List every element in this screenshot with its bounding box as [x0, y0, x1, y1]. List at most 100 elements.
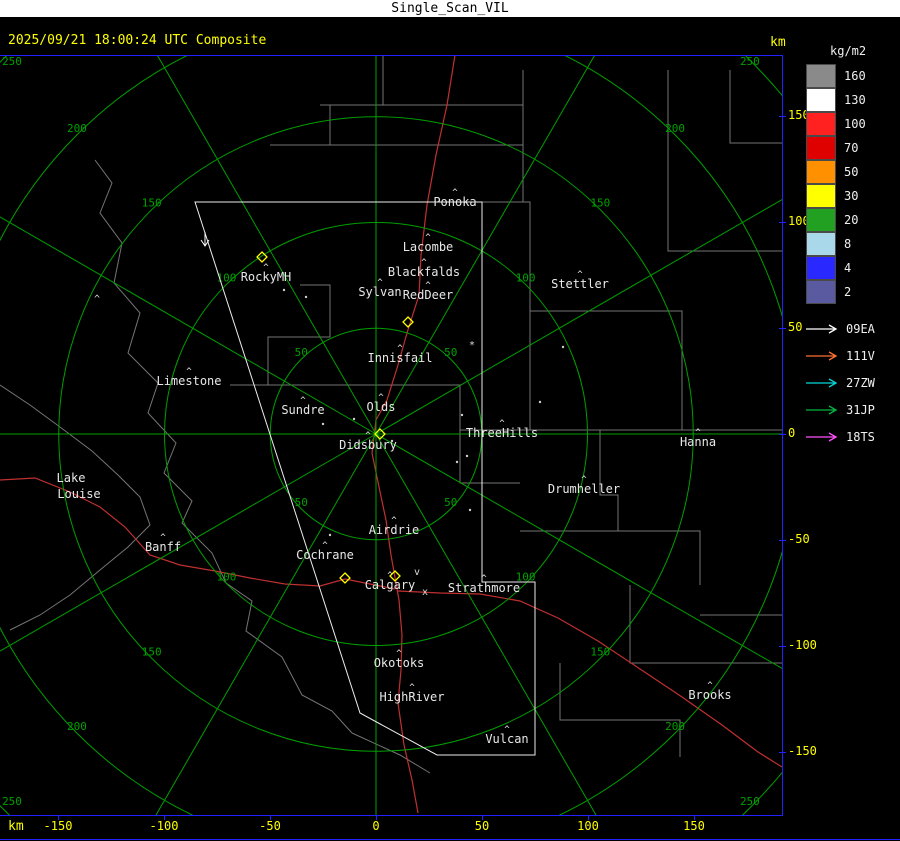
- echo-dot: [328, 533, 332, 537]
- echo-dot: [304, 295, 308, 299]
- city-label-brooks: Brooks: [688, 688, 731, 702]
- radial-line: [155, 433, 377, 815]
- city-label-highriver: HighRiver: [379, 690, 444, 704]
- legend-swatch-2: [806, 280, 836, 304]
- map-glyph: ^: [94, 294, 100, 305]
- range-ring-label: 150: [590, 197, 610, 210]
- echo-dot: [468, 508, 472, 512]
- city-label-reddeer: RedDeer: [403, 288, 454, 302]
- right-axis-tick-label: -150: [788, 744, 817, 758]
- range-ring-label: 200: [67, 122, 87, 135]
- range-ring-label: 250: [740, 55, 760, 68]
- county-boundary: [530, 310, 683, 430]
- county-boundary: [482, 201, 531, 430]
- city-label-lacombe: Lacombe: [403, 240, 454, 254]
- right-axis-tick: [779, 116, 786, 117]
- radar-id-18TS: 18TS: [846, 430, 875, 444]
- screen-border-bottom: [0, 839, 900, 840]
- city-label-lake: Lake: [57, 471, 86, 485]
- legend-swatch-20: [806, 208, 836, 232]
- legend-swatch-8: [806, 232, 836, 256]
- range-ring-label: 100: [217, 571, 237, 584]
- city-label-olds: Olds: [367, 400, 396, 414]
- legend-value-20: 20: [844, 213, 859, 227]
- radar-id-27ZW: 27ZW: [846, 376, 875, 390]
- radar-id-31JP: 31JP: [846, 403, 875, 417]
- right-axis-tick-label: -50: [788, 532, 810, 546]
- bottom-axis-unit: km: [8, 819, 24, 834]
- range-ring-label: 200: [665, 720, 685, 733]
- city-label-okotoks: Okotoks: [374, 656, 425, 670]
- radar-arrow-icon: [806, 378, 838, 388]
- city-label-calgary: Calgary: [365, 578, 416, 592]
- county-boundary: [559, 663, 681, 757]
- right-axis-tick-label: 0: [788, 426, 796, 440]
- bottom-axis-tick-label: 0: [372, 819, 380, 833]
- county-boundary: [729, 70, 782, 144]
- county-boundary: [94, 159, 353, 734]
- radial-line: [375, 433, 783, 670]
- radial-line: [156, 55, 377, 435]
- right-axis-tick-label: -100: [788, 638, 817, 652]
- legend-swatch-50: [806, 160, 836, 184]
- legend-value-2: 2: [844, 285, 852, 299]
- city-label-rockymh: RockyMH: [241, 270, 292, 284]
- legend-swatch-160: [806, 64, 836, 88]
- city-label-didsbury: Didsbury: [339, 438, 397, 452]
- map-border-bottom: [0, 815, 783, 816]
- radar-map: 5050505010010010010015015015015020020020…: [0, 55, 783, 815]
- city-label-airdrie: Airdrie: [369, 523, 420, 537]
- range-ring-label: 50: [295, 346, 308, 359]
- range-ring-label: 250: [740, 795, 760, 808]
- right-axis-tick: [779, 328, 786, 329]
- radar-site-diamond: [339, 572, 351, 584]
- city-label-ponoka: Ponoka: [433, 195, 476, 209]
- echo-dot: [282, 288, 286, 292]
- legend-value-50: 50: [844, 165, 859, 179]
- legend-panel: kg/m2 160 130 100 70 50 30 20 8 4 2 09EA 111V 27ZW 3…: [800, 36, 900, 476]
- range-ring-label: 250: [2, 55, 22, 68]
- right-axis-tick: [779, 540, 786, 541]
- city-label-stettler: Stettler: [551, 277, 609, 291]
- radar-arrow-icon: [806, 432, 838, 442]
- range-ring-label: 50: [444, 496, 457, 509]
- right-axis-tick: [779, 646, 786, 647]
- radar-id-111V: 111V: [846, 349, 875, 363]
- echo-dot: [321, 422, 325, 426]
- legend-value-160: 160: [844, 69, 866, 83]
- radial-line: [0, 216, 377, 435]
- window-title-bar[interactable]: Single_Scan_VIL: [0, 0, 900, 17]
- city-label-banff: Banff: [145, 540, 181, 554]
- radar-arrow-icon: [806, 351, 838, 361]
- legend-value-8: 8: [844, 237, 852, 251]
- map-glyph: x: [422, 587, 428, 598]
- legend-value-30: 30: [844, 189, 859, 203]
- bottom-axis-tick-label: 100: [577, 819, 599, 833]
- city-label-limestone: Limestone: [156, 374, 221, 388]
- radar-arrow-icon: [806, 324, 838, 334]
- city-label-threehills: ThreeHills: [466, 426, 538, 440]
- range-ring-label: 50: [444, 346, 457, 359]
- storm-vector-arrow: [200, 232, 210, 247]
- range-ring-label: 50: [295, 496, 308, 509]
- radar-arrow-icon: [806, 405, 838, 415]
- right-axis-unit: km: [770, 35, 786, 50]
- range-ring-label: 200: [665, 122, 685, 135]
- range-ring-label: 150: [142, 645, 162, 658]
- legend-swatch-30: [806, 184, 836, 208]
- city-label-blackfalds: Blackfalds: [388, 265, 460, 279]
- echo-dot: [460, 413, 464, 417]
- echo-dot: [561, 345, 565, 349]
- map-glyph: *: [469, 340, 475, 351]
- right-axis-tick: [779, 752, 786, 753]
- legend-swatch-100: [806, 112, 836, 136]
- scan-timestamp: 2025/09/21 18:00:24 UTC Composite: [8, 33, 267, 48]
- echo-dot: [465, 454, 469, 458]
- legend-swatch-70: [806, 136, 836, 160]
- window-title: Single_Scan_VIL: [391, 1, 509, 16]
- legend-value-70: 70: [844, 141, 859, 155]
- legend-value-100: 100: [844, 117, 866, 131]
- county-boundary: [0, 384, 151, 631]
- map-glyph: v: [414, 567, 420, 578]
- legend-unit-label: kg/m2: [830, 44, 867, 58]
